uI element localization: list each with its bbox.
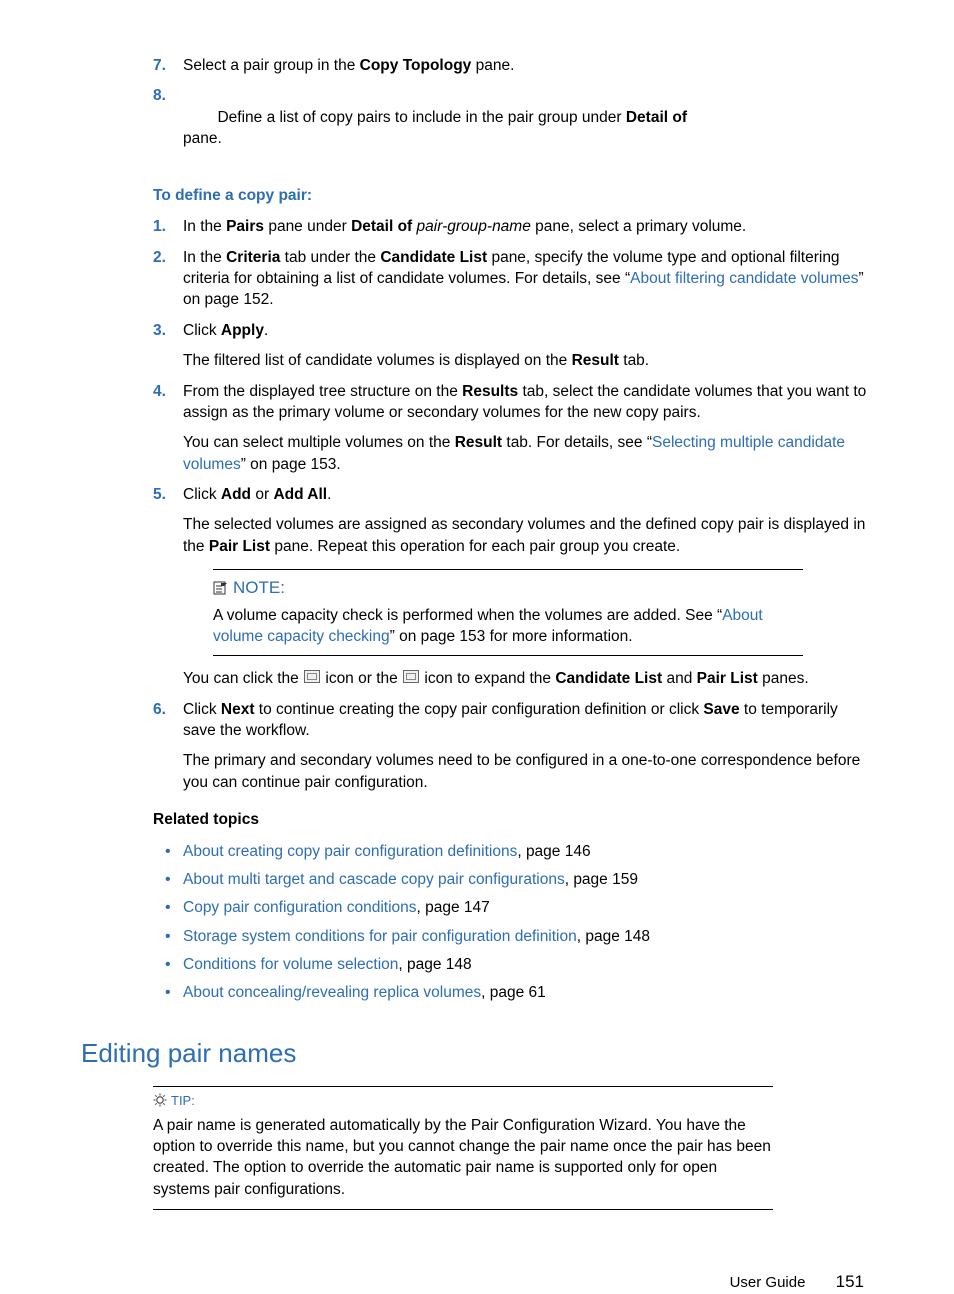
- section-title: Editing pair names: [81, 1036, 869, 1072]
- related-link[interactable]: About creating copy pair configuration d…: [183, 843, 517, 860]
- def-step-3: 3. Click Apply. The filtered list of can…: [153, 320, 869, 372]
- note-title: NOTE:: [213, 576, 803, 599]
- step-number: 8.: [153, 85, 183, 171]
- def-step-6: 6. Click Next to continue creating the c…: [153, 699, 869, 794]
- step-7: 7. Select a pair group in the Copy Topol…: [153, 55, 869, 76]
- note-box: NOTE: A volume capacity check is perform…: [213, 569, 803, 656]
- related-link[interactable]: Conditions for volume selection: [183, 956, 398, 973]
- tip-box: TIP: A pair name is generated automatica…: [153, 1086, 773, 1210]
- related-item: Conditions for volume selection, page 14…: [183, 954, 869, 975]
- tip-body: A pair name is generated automatically b…: [153, 1115, 773, 1201]
- related-link[interactable]: Copy pair configuration conditions: [183, 899, 417, 916]
- note-body: A volume capacity check is performed whe…: [213, 605, 803, 648]
- related-topics-heading: Related topics: [153, 809, 869, 830]
- expand-right-icon: [403, 670, 419, 683]
- tip-title: TIP:: [153, 1092, 773, 1110]
- related-item: About concealing/revealing replica volum…: [183, 982, 869, 1003]
- link-about-filtering[interactable]: About filtering candidate volumes: [630, 270, 858, 287]
- step-8: 8. Define a list of copy pairs to includ…: [153, 85, 869, 171]
- page-footer: User Guide 151: [0, 1210, 954, 1294]
- related-topics-list: About creating copy pair configuration d…: [153, 841, 869, 1004]
- def-step-1: 1. In the Pairs pane under Detail of pai…: [153, 216, 869, 237]
- step-text: Define a list of copy pairs to include i…: [183, 85, 869, 171]
- related-item: Copy pair configuration conditions, page…: [183, 897, 869, 918]
- ordered-list-define: 1. In the Pairs pane under Detail of pai…: [153, 216, 869, 793]
- expand-left-icon: [304, 670, 320, 683]
- page-body: 7. Select a pair group in the Copy Topol…: [0, 55, 954, 1210]
- step-text: Select a pair group in the Copy Topology…: [183, 55, 869, 76]
- related-link[interactable]: About multi target and cascade copy pair…: [183, 871, 565, 888]
- note-icon: [213, 578, 229, 592]
- related-link[interactable]: About concealing/revealing replica volum…: [183, 984, 481, 1001]
- ordered-list-main: 7. Select a pair group in the Copy Topol…: [153, 55, 869, 171]
- footer-doc: User Guide: [730, 1274, 806, 1291]
- def-step-4: 4. From the displayed tree structure on …: [153, 381, 869, 476]
- step-number: 7.: [153, 55, 183, 76]
- related-item: About creating copy pair configuration d…: [183, 841, 869, 862]
- def-step-2: 2. In the Criteria tab under the Candida…: [153, 247, 869, 311]
- related-link[interactable]: Storage system conditions for pair confi…: [183, 928, 577, 945]
- footer-page-number: 151: [836, 1272, 864, 1291]
- related-item: About multi target and cascade copy pair…: [183, 869, 869, 890]
- sub-heading: To define a copy pair:: [153, 185, 869, 206]
- def-step-5: 5. Click Add or Add All. The selected vo…: [153, 484, 869, 690]
- tip-icon: [153, 1093, 167, 1107]
- icon-expand-line: You can click the icon or the icon to ex…: [183, 668, 869, 689]
- related-item: Storage system conditions for pair confi…: [183, 926, 869, 947]
